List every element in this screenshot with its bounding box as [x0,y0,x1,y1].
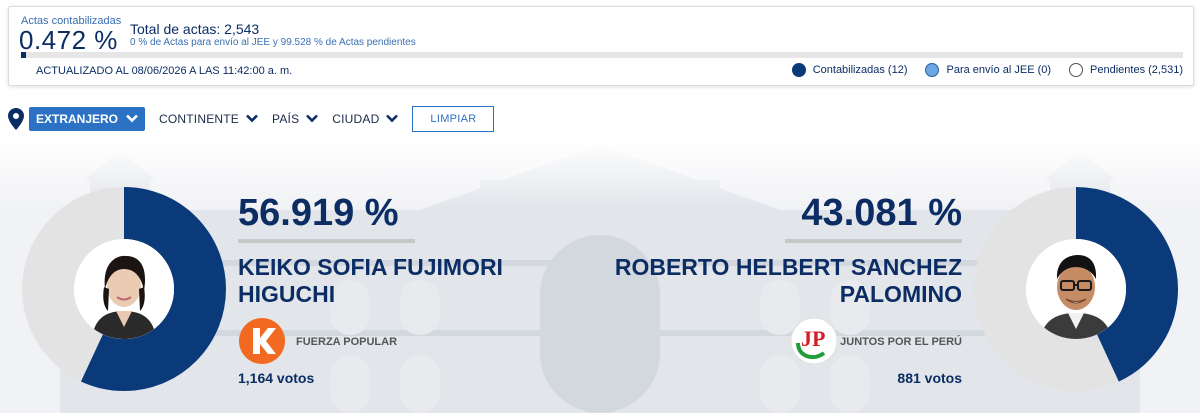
counted-dot-icon [791,63,806,77]
candidate-2-name: ROBERTO HELBERT SANCHEZ PALOMINO [615,254,962,308]
legend-item-pending: Pendientes (2,531) [1069,63,1183,77]
clear-filters-button[interactable]: LIMPIAR [412,106,495,132]
candidate-1-name-line2: HIGUCHI [238,281,336,307]
fuerza-popular-k-logo-icon [239,318,285,364]
filter-extranjero-label: EXTRANJERO [36,112,119,126]
candidate-1-name-line1: KEIKO SOFIA FUJIMORI [238,254,503,280]
legend-item-counted: Contabilizadas (12) [791,63,908,77]
actas-progress-bar [21,52,1183,58]
candidate-2-name-line2: PALOMINO [839,281,962,307]
filter-extranjero-dropdown[interactable]: EXTRANJERO [29,107,146,131]
chevron-down-icon [246,112,258,126]
chevron-down-icon [126,112,138,126]
location-pin-icon [8,108,24,130]
actas-detail: 0 % de Actas para envío al JEE y 99.528 … [130,37,416,48]
candidate-1-percent: 56.919 % [238,192,399,234]
filter-continente-label: CONTINENTE [159,112,240,126]
candidate-2-votes: 881 votos [897,370,962,386]
total-actas: Total de actas: 2,543 [130,21,260,37]
candidate-1-votes: 1,164 votos [238,370,315,386]
filter-ciudad-dropdown[interactable]: CIUDAD [332,112,399,126]
chevron-down-icon [306,112,319,126]
legend-label-pending: Pendientes (2,531) [1090,64,1183,76]
svg-text:J: J [801,326,812,351]
chevron-down-icon [386,112,399,126]
legend-label-counted: Contabilizadas (12) [812,64,908,76]
candidate-1-underline [238,239,415,243]
updated-timestamp: ACTUALIZADO AL 08/06/2026 A LAS 11:42:00… [36,65,293,77]
status-panel: Actas contabilizadas 0.472 % Total de ac… [8,6,1194,86]
candidate-2-name-line1: ROBERTO HELBERT SANCHEZ [614,254,962,280]
legend-item-jee: Para envío al JEE (0) [925,63,1051,77]
candidate-2-party: JUNTOS POR EL PERÚ [840,336,962,348]
candidate-1-avatar [74,239,174,339]
candidate-2-underline [785,239,962,243]
candidate-1-party: FUERZA POPULAR [296,336,398,348]
location-filters: EXTRANJERO CONTINENTE PAÍS CIUDAD LIMPIA… [8,106,495,132]
legend: Contabilizadas (12) Para envío al JEE (0… [774,63,1183,77]
filter-ciudad-label: CIUDAD [332,112,380,126]
candidate-1-name: KEIKO SOFIA FUJIMORI HIGUCHI [238,254,503,308]
svg-text:P: P [812,326,825,351]
filter-pais-dropdown[interactable]: PAÍS [272,112,319,126]
candidate-2-avatar [1026,239,1126,339]
actas-progress-fill [21,52,27,58]
filter-pais-label: PAÍS [272,112,300,126]
filter-continente-dropdown[interactable]: CONTINENTE [159,112,258,126]
juntos-por-el-peru-jp-logo-icon: J P [790,317,838,365]
legend-label-jee: Para envío al JEE (0) [946,64,1052,76]
pending-dot-icon [1069,63,1084,77]
candidate-2-percent: 43.081 % [801,192,962,234]
jee-dot-icon [925,63,940,77]
